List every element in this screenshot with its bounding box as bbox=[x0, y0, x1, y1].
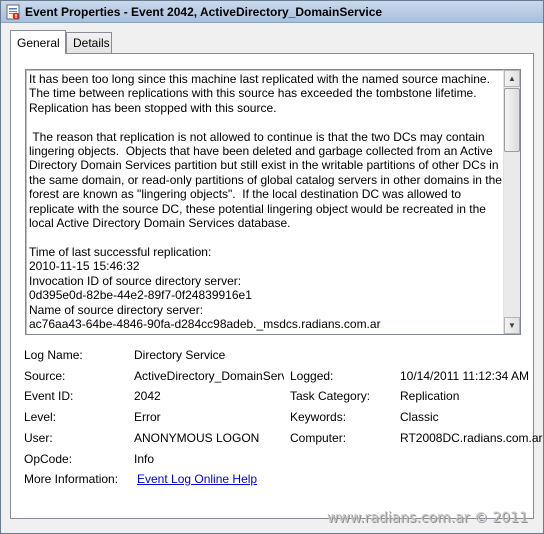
log-name-label: Log Name: bbox=[24, 348, 83, 362]
logged-label: Logged: bbox=[290, 369, 334, 383]
general-tab-panel: It has been too long since this machine … bbox=[10, 53, 543, 519]
source-value: ActiveDirectory_DomainServ bbox=[134, 369, 284, 383]
logged-value: 10/14/2011 11:12:34 AM bbox=[400, 369, 529, 383]
event-description-box[interactable]: It has been too long since this machine … bbox=[25, 69, 521, 335]
opcode-label: OpCode: bbox=[24, 452, 73, 466]
scroll-down-button[interactable]: ▼ bbox=[504, 317, 520, 334]
scroll-up-button[interactable]: ▲ bbox=[504, 70, 520, 87]
watermark: www.radians.com.ar © 2011 bbox=[326, 510, 528, 526]
user-label: User: bbox=[24, 431, 53, 445]
task-category-value: Replication bbox=[400, 389, 460, 403]
task-category-label: Task Category: bbox=[290, 389, 371, 403]
level-label: Level: bbox=[24, 410, 57, 424]
keywords-value: Classic bbox=[400, 410, 439, 424]
dialog-client-area: General Details It has been too long sin… bbox=[2, 24, 543, 533]
tab-details[interactable]: Details bbox=[66, 32, 112, 53]
level-value: Error bbox=[134, 410, 161, 424]
event-properties-icon bbox=[6, 4, 20, 20]
user-value: ANONYMOUS LOGON bbox=[134, 431, 260, 445]
event-id-label: Event ID: bbox=[24, 389, 74, 403]
computer-label: Computer: bbox=[290, 431, 347, 445]
event-description-text[interactable]: It has been too long since this machine … bbox=[29, 72, 503, 332]
event-properties-window: Event Properties - Event 2042, ActiveDir… bbox=[0, 0, 544, 534]
event-id-value: 2042 bbox=[134, 389, 161, 403]
more-information-label: More Information: bbox=[24, 472, 119, 486]
event-log-online-help-link[interactable]: Event Log Online Help bbox=[137, 472, 257, 486]
opcode-value: Info bbox=[134, 452, 155, 466]
scroll-thumb[interactable] bbox=[504, 88, 520, 152]
tab-general[interactable]: General bbox=[10, 30, 66, 54]
computer-value: RT2008DC.radians.com.ar bbox=[400, 431, 543, 445]
keywords-label: Keywords: bbox=[290, 410, 347, 424]
log-name-value: Directory Service bbox=[134, 348, 226, 362]
source-label: Source: bbox=[24, 369, 66, 383]
window-title: Event Properties - Event 2042, ActiveDir… bbox=[25, 5, 383, 19]
title-bar[interactable]: Event Properties - Event 2042, ActiveDir… bbox=[1, 1, 543, 23]
description-scrollbar[interactable]: ▲ ▼ bbox=[503, 70, 520, 334]
